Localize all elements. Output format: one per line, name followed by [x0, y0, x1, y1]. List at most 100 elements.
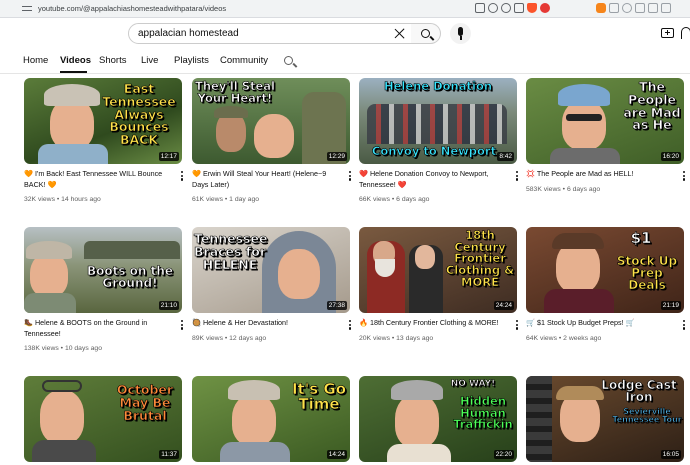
video-thumbnail[interactable]: It's Go Time 14:24 — [192, 376, 350, 462]
more-options-icon[interactable] — [682, 320, 686, 332]
extensions-icon[interactable] — [609, 3, 619, 13]
search-icon — [421, 29, 430, 38]
video-title[interactable]: 🧡 I'm Back! East Tennessee WILL Bounce B… — [24, 169, 172, 190]
more-options-icon[interactable] — [515, 171, 519, 183]
brave-shield-icon[interactable] — [527, 3, 537, 13]
video-thumbnail[interactable]: October May Be Brutal 11:37 — [24, 376, 182, 462]
video-thumbnail[interactable]: Tennessee Braces for HELENE 27:38 — [192, 227, 350, 313]
video-title[interactable]: 💢 The People are Mad as HELL! — [526, 169, 674, 180]
thumbnail-text: The People are Mad as He — [623, 79, 681, 133]
search-button[interactable] — [411, 23, 441, 44]
duration-badge: 12:17 — [158, 152, 179, 161]
video-thumbnail[interactable]: NO WAY! Hidden Human Traffickin 22:20 — [359, 376, 517, 462]
duration-badge: 16:20 — [660, 152, 681, 161]
url-text[interactable]: youtube.com/@appalachiashomesteadwithpat… — [38, 4, 226, 13]
thumbnail-text: Sevierville Tennessee Tour — [612, 407, 682, 425]
tab-home[interactable]: Home — [23, 55, 48, 66]
video-meta: 61K views • 1 day ago — [192, 196, 260, 203]
video-thumbnail[interactable]: $1 Stock Up Prep Deals 21:19 — [526, 227, 684, 313]
voice-search-icon[interactable] — [450, 23, 471, 44]
thumbnail-text: 18th Century Frontier Clothing & MORE — [445, 228, 515, 289]
view-count: 64K views — [526, 335, 557, 342]
upload-age: 1 day ago — [229, 196, 260, 203]
view-count: 89K views — [192, 335, 223, 342]
video-meta: 583K views • 6 days ago — [526, 186, 601, 193]
more-options-icon[interactable] — [348, 171, 352, 183]
profile-icon[interactable] — [622, 3, 632, 13]
duration-badge: 21:19 — [660, 301, 681, 310]
upload-age: 13 days ago — [396, 335, 434, 342]
brave-rewards-icon[interactable] — [540, 3, 550, 13]
video-thumbnail[interactable]: Boots on the Ground! 21:10 — [24, 227, 182, 313]
video-title[interactable]: 🥾 Helene & BOOTS on the Ground in Tennes… — [24, 318, 172, 339]
menu-icon[interactable] — [674, 3, 684, 13]
thumbnail-text: Stock Up Prep Deals — [616, 254, 678, 293]
bookmark-star-icon[interactable] — [514, 3, 524, 13]
view-count: 583K views — [526, 186, 561, 193]
video-title[interactable]: 🧡 Erwin Will Steal Your Heart! (Helene~9… — [192, 169, 340, 190]
tab-playlists[interactable]: Playlists — [174, 55, 209, 66]
zoom-icon[interactable] — [488, 3, 498, 13]
thumbnail-text: Tennessee Braces for HELENE — [194, 231, 268, 272]
create-video-icon[interactable] — [661, 28, 674, 38]
upload-age: 10 days ago — [64, 345, 102, 352]
tab-live[interactable]: Live — [141, 55, 158, 66]
sidebar-icon[interactable] — [635, 3, 645, 13]
browser-address-bar: youtube.com/@appalachiashomesteadwithpat… — [0, 0, 690, 18]
more-options-icon[interactable] — [515, 320, 519, 332]
thumbnail-text: They'll Steal Your Heart! — [194, 79, 276, 105]
video-title[interactable]: 🥘 Helene & Her Devastation! — [192, 318, 340, 329]
upload-age: 2 weeks ago — [563, 335, 602, 342]
duration-badge: 16:05 — [660, 450, 681, 459]
more-options-icon[interactable] — [180, 171, 184, 183]
duration-badge: 27:38 — [326, 301, 347, 310]
tab-community[interactable]: Community — [220, 55, 268, 66]
tab-shorts[interactable]: Shorts — [99, 55, 126, 66]
channel-tabs: Home Videos Shorts Live Playlists Commun… — [0, 51, 690, 73]
thumbnail-text: Convoy to Newport — [371, 144, 497, 158]
downloads-icon[interactable] — [661, 3, 671, 13]
wallet-icon[interactable] — [648, 3, 658, 13]
search-box[interactable]: appalacian homestead — [128, 23, 412, 44]
thumbnail-text: Lodge Cast Iron — [601, 378, 677, 405]
share-icon[interactable] — [501, 3, 511, 13]
thumbnail-text: Helene Donation — [383, 79, 493, 93]
upload-age: 6 days ago — [396, 196, 430, 203]
video-thumbnail[interactable]: Lodge Cast Iron Sevierville Tennessee To… — [526, 376, 684, 462]
search-input[interactable]: appalacian homestead — [138, 28, 239, 39]
view-count: 66K views — [359, 196, 390, 203]
video-thumbnail[interactable]: Helene Donation Convoy to Newport 8:42 — [359, 78, 517, 164]
video-meta: 66K views • 6 days ago — [359, 196, 430, 203]
metamask-extension-icon[interactable] — [596, 3, 606, 13]
clear-search-icon[interactable] — [394, 28, 405, 39]
more-options-icon[interactable] — [348, 320, 352, 332]
more-options-icon[interactable] — [682, 171, 686, 183]
video-meta: 20K views • 13 days ago — [359, 335, 434, 342]
upload-age: 6 days ago — [566, 186, 601, 193]
thumbnail-text: NO WAY! — [450, 379, 496, 389]
channel-search-icon[interactable] — [284, 56, 293, 65]
duration-badge: 12:29 — [326, 152, 347, 161]
video-title[interactable]: 🔥 18th Century Frontier Clothing & MORE! — [359, 318, 507, 329]
thumbnail-text: Boots on the Ground! — [86, 264, 174, 291]
more-options-icon[interactable] — [180, 320, 184, 332]
video-thumbnail[interactable]: 18th Century Frontier Clothing & MORE 24… — [359, 227, 517, 313]
duration-badge: 22:20 — [493, 450, 514, 459]
notifications-bell-icon[interactable] — [681, 27, 690, 39]
duration-badge: 21:10 — [158, 301, 179, 310]
video-meta: 64K views • 2 weeks ago — [526, 335, 602, 342]
duration-badge: 14:24 — [326, 450, 347, 459]
upload-age: 14 hours ago — [61, 196, 101, 203]
video-title[interactable]: ❤️ Helene Donation Convoy to Newport, Te… — [359, 169, 507, 190]
video-meta: 89K views • 12 days ago — [192, 335, 267, 342]
screenshot-icon[interactable] — [475, 3, 485, 13]
tab-videos[interactable]: Videos — [60, 55, 91, 66]
video-title[interactable]: 🛒 $1 Stock Up Budget Preps! 🛒 — [526, 318, 674, 329]
thumbnail-text: Hidden Human Traffickin — [453, 394, 513, 432]
video-thumbnail[interactable]: They'll Steal Your Heart! 12:29 — [192, 78, 350, 164]
upload-age: 12 days ago — [229, 335, 267, 342]
site-settings-icon[interactable] — [22, 4, 34, 14]
video-thumbnail[interactable]: The People are Mad as He 16:20 — [526, 78, 684, 164]
video-thumbnail[interactable]: East Tennessee Always Bounces BACK 12:17 — [24, 78, 182, 164]
view-count: 61K views — [192, 196, 223, 203]
